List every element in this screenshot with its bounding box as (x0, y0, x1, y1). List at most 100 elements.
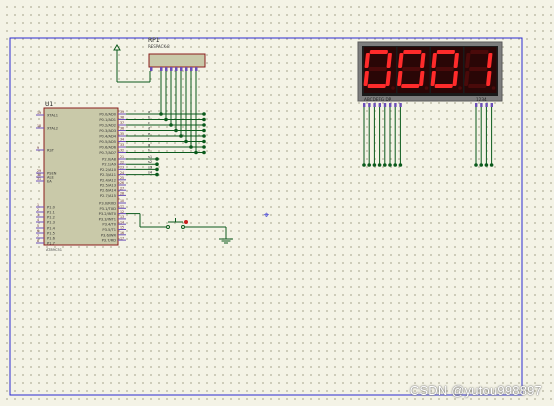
junction-dot (383, 163, 387, 167)
u1-pin-name: P0.7/AD7 (99, 151, 116, 155)
u1-pin-name: P1.2 (47, 216, 55, 220)
resistor-pack-rp1[interactable]: RP1RESPACK-8 (148, 37, 206, 71)
junction-dot (479, 163, 484, 167)
junction-dot (174, 128, 178, 133)
u1-pin-name: P1.4 (47, 227, 56, 231)
p0-net-label: b (148, 116, 151, 120)
rp1-pin[interactable] (170, 67, 173, 71)
u1-pin-name: P3.6/WR (101, 233, 117, 237)
segment-g (435, 67, 454, 71)
junction-dot (169, 123, 173, 127)
ground-symbol (219, 238, 233, 244)
segment-g (402, 67, 421, 71)
u1-pin-number: 16 (120, 231, 124, 235)
junction-dot (202, 128, 206, 133)
junction-dot (398, 163, 403, 167)
display-pin[interactable] (490, 103, 493, 107)
display-pin[interactable] (368, 103, 371, 107)
push-button[interactable] (166, 218, 189, 229)
segment-a (436, 50, 455, 54)
segment-dp (391, 86, 395, 90)
junction-dot (179, 134, 183, 138)
display-pin[interactable] (378, 103, 381, 107)
u1-pin-name: P3.2/INT0 (99, 212, 117, 216)
u1-pin-number: 3 (37, 213, 39, 217)
segment-dp (458, 86, 462, 90)
display-pin[interactable] (373, 103, 376, 107)
p0-net-label: f (148, 138, 150, 142)
display-pin[interactable] (485, 103, 488, 107)
u1-pin-number: 19 (37, 111, 41, 115)
microcontroller-u1[interactable]: U1AT89C5119XTAL118XTAL29RST29PSEN30ALE31… (36, 101, 126, 252)
u1-pin-number: 35 (120, 132, 124, 136)
button-contact[interactable] (181, 225, 185, 229)
button-state-indicator-icon (184, 220, 188, 224)
rp1-part-label: RESPACK-8 (148, 44, 170, 49)
junction-dot (155, 157, 159, 161)
rp1-pin[interactable] (180, 67, 183, 71)
seven-segment-display[interactable]: ABCDEFG DP 1234 (357, 41, 503, 107)
junction-dot (164, 117, 168, 122)
u1-pin-name: P2.2/A10 (100, 168, 117, 172)
u1-pin-number: 8 (37, 239, 39, 243)
u1-part-label: AT89C51 (46, 248, 62, 252)
junction-dot (189, 145, 193, 149)
u1-pin-name: P0.1/AD1 (99, 118, 116, 122)
junction-dot (367, 163, 372, 167)
u1-pin-name: P0.3/AD3 (99, 129, 116, 133)
u1-pin-number: 37 (120, 121, 124, 125)
p2-net-label: s2 (148, 160, 152, 164)
junction-dot (474, 163, 478, 167)
segment-d (367, 84, 386, 88)
u1-pin-number: 32 (120, 149, 124, 153)
u1-pin-name: P1.3 (47, 221, 55, 225)
rp1-pin[interactable] (150, 67, 153, 71)
junction-dot (388, 163, 392, 167)
u1-pin-name: P2.0/A8 (102, 158, 117, 162)
junction-dot (155, 167, 159, 172)
rp1-pin[interactable] (185, 67, 188, 71)
u1-pin-number: 6 (37, 229, 39, 233)
display-pin[interactable] (475, 103, 478, 107)
display-pin[interactable] (394, 103, 397, 107)
u1-pin-number: 39 (120, 110, 124, 114)
rp1-body[interactable] (148, 53, 206, 68)
display-pin[interactable] (383, 103, 387, 107)
junction-dot (202, 145, 206, 149)
segment-g (469, 67, 488, 71)
junction-dot (155, 172, 159, 177)
u1-pin-number: 23 (120, 166, 124, 170)
display-pin[interactable] (399, 103, 402, 107)
u1-pin-name: P2.7/A15 (100, 194, 116, 198)
u1-pin-name: P2.4/A12 (100, 178, 116, 182)
display-pin[interactable] (480, 103, 483, 107)
u1-pin-name: XTAL1 (47, 114, 58, 118)
u1-pin-number: 27 (120, 186, 124, 190)
junction-dot (184, 139, 188, 144)
button-contact[interactable] (166, 225, 170, 229)
junction-dot (489, 163, 494, 167)
rp1-pin[interactable] (195, 67, 198, 71)
vcc-arrow-icon (113, 44, 121, 51)
u1-pin-name: P0.5/AD5 (99, 140, 116, 144)
p2-net-label: s3 (148, 165, 152, 169)
rp1-pin[interactable] (165, 67, 168, 71)
segment-a (470, 50, 489, 54)
rp1-pin[interactable] (175, 67, 178, 71)
display-pin[interactable] (389, 103, 392, 107)
rp1-pin[interactable] (190, 67, 193, 71)
u1-pin-name: P3.0/RXD (99, 202, 116, 206)
display-pin[interactable] (363, 103, 366, 107)
u1-pin-name: P2.6/A14 (100, 189, 117, 193)
junction-dot (202, 150, 206, 155)
junction-dot (202, 112, 206, 116)
u1-pin-number: 38 (120, 116, 124, 120)
rp1-pin[interactable] (160, 67, 163, 71)
u1-pin-number: 18 (37, 124, 41, 128)
watermark: CSDN @yutou998897 (409, 383, 542, 398)
schematic-canvas[interactable]: RP1RESPACK-8 U1AT89C5119XTAL118XTAL29RST… (0, 0, 554, 406)
u1-pin-name: P3.3/INT1 (99, 217, 116, 221)
junction-dot (484, 163, 489, 167)
junction-dot (202, 123, 206, 127)
segment-a (369, 50, 388, 54)
